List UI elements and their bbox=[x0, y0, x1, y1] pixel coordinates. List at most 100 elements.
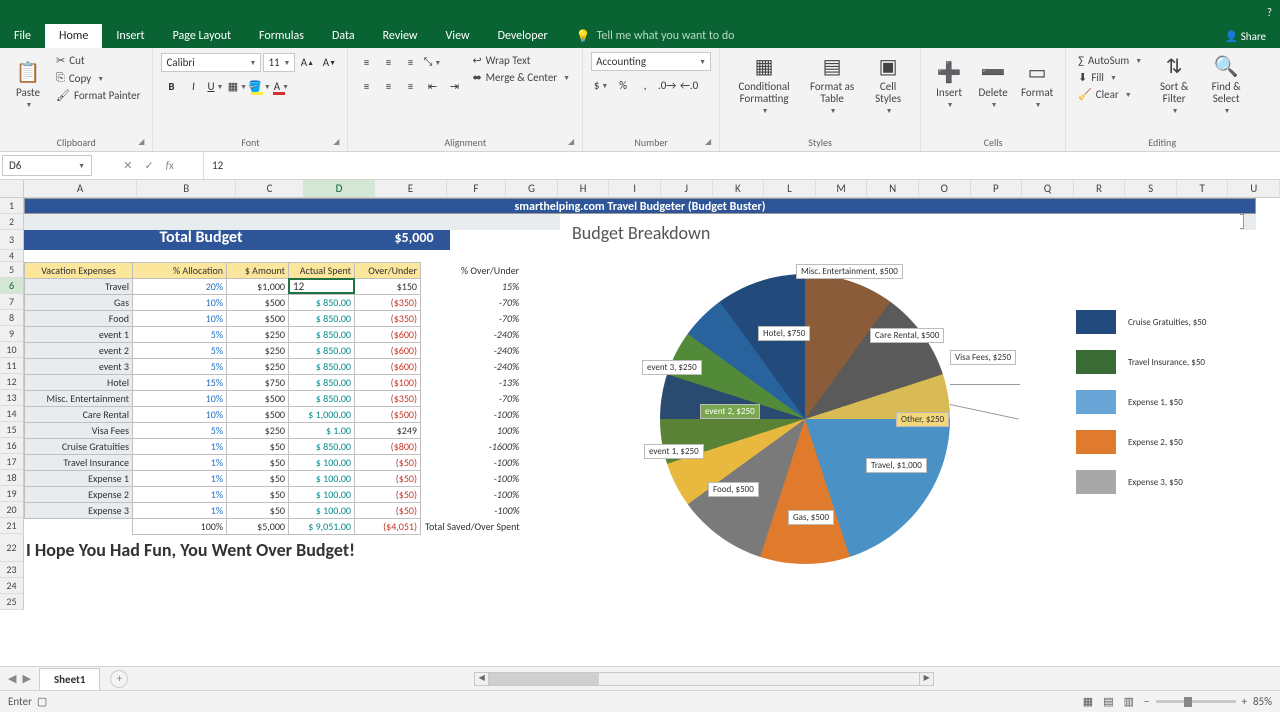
cell-category[interactable]: Cruise Gratuities bbox=[25, 439, 133, 455]
column-header-K[interactable]: K bbox=[713, 180, 765, 198]
tab-review[interactable]: Review bbox=[369, 24, 432, 48]
chart-container[interactable]: Budget Breakdown Misc. Entertainment, $5… bbox=[560, 214, 1240, 626]
table-row[interactable]: Travel 20% $1,000 12 $150 15% bbox=[25, 279, 523, 295]
tab-home[interactable]: Home bbox=[45, 24, 102, 48]
tab-developer[interactable]: Developer bbox=[484, 24, 562, 48]
tab-page-layout[interactable]: Page Layout bbox=[159, 24, 245, 48]
page-break-view-button[interactable]: ▥ bbox=[1124, 695, 1134, 708]
cell-allocation[interactable]: 1% bbox=[133, 487, 227, 503]
cell-over-under[interactable]: ($350) bbox=[355, 295, 421, 311]
table-row[interactable]: Expense 1 1% $50 $ 100.00 ($50) -100% bbox=[25, 471, 523, 487]
font-launcher-icon[interactable]: ◢ bbox=[333, 137, 339, 147]
row-header-13[interactable]: 13 bbox=[0, 390, 24, 406]
titlebar-help-icon[interactable]: ? bbox=[1267, 6, 1272, 19]
row-header-24[interactable]: 24 bbox=[0, 578, 24, 594]
cell-actual-spent[interactable]: $ 1,000.00 bbox=[289, 407, 355, 423]
row-header-11[interactable]: 11 bbox=[0, 358, 24, 374]
cell-styles-button[interactable]: ▣Cell Styles▼ bbox=[864, 52, 912, 118]
row-header-2[interactable]: 2 bbox=[0, 214, 24, 230]
row-headers[interactable]: 1234567891011121314151617181920212223242… bbox=[0, 198, 24, 610]
cell-actual-spent[interactable]: $ 850.00 bbox=[289, 359, 355, 375]
cell-allocation[interactable]: 10% bbox=[133, 311, 227, 327]
column-header-L[interactable]: L bbox=[764, 180, 816, 198]
copy-button[interactable]: ⎘Copy▼ bbox=[52, 69, 144, 87]
cell-category[interactable]: Expense 2 bbox=[25, 487, 133, 503]
column-header-E[interactable]: E bbox=[375, 180, 446, 198]
column-header-G[interactable]: G bbox=[506, 180, 558, 198]
sheet-tab-1[interactable]: Sheet1 bbox=[39, 668, 101, 690]
number-launcher-icon[interactable]: ◢ bbox=[705, 137, 711, 147]
font-color-button[interactable]: A▼ bbox=[271, 76, 291, 96]
tab-insert[interactable]: Insert bbox=[102, 24, 158, 48]
decrease-decimal-button[interactable]: ←.0 bbox=[679, 75, 699, 95]
align-left-button[interactable]: ≡ bbox=[356, 76, 376, 96]
conditional-formatting-button[interactable]: ▦Conditional Formatting▼ bbox=[728, 52, 800, 118]
autosum-button[interactable]: ∑AutoSum▼ bbox=[1074, 52, 1146, 69]
align-bottom-button[interactable]: ≡ bbox=[400, 52, 420, 72]
table-row[interactable]: Expense 2 1% $50 $ 100.00 ($50) -100% bbox=[25, 487, 523, 503]
cell-actual-spent[interactable]: $ 1.00 bbox=[289, 423, 355, 439]
row-header-1[interactable]: 1 bbox=[0, 198, 24, 214]
row-header-22[interactable]: 22 bbox=[0, 534, 24, 562]
percent-format-button[interactable]: % bbox=[613, 75, 633, 95]
column-header-O[interactable]: O bbox=[919, 180, 971, 198]
paste-button[interactable]: 📋 Paste ▼ bbox=[8, 52, 48, 118]
cell-amount[interactable]: $250 bbox=[227, 423, 289, 439]
cell-actual-spent[interactable]: 12 bbox=[289, 279, 354, 293]
cut-button[interactable]: ✂Cut bbox=[52, 52, 144, 69]
cell-amount[interactable]: $500 bbox=[227, 295, 289, 311]
cell-amount[interactable]: $250 bbox=[227, 359, 289, 375]
cell-actual-spent[interactable]: $ 850.00 bbox=[289, 375, 355, 391]
column-header-R[interactable]: R bbox=[1074, 180, 1126, 198]
format-table-button[interactable]: ▤Format as Table▼ bbox=[804, 52, 860, 118]
comma-format-button[interactable]: , bbox=[635, 75, 655, 95]
cell-allocation[interactable]: 5% bbox=[133, 343, 227, 359]
cell-over-under[interactable]: ($800) bbox=[355, 439, 421, 455]
cell-allocation[interactable]: 10% bbox=[133, 407, 227, 423]
normal-view-button[interactable]: ▦ bbox=[1083, 695, 1093, 708]
tab-data[interactable]: Data bbox=[318, 24, 369, 48]
table-row[interactable]: Care Rental 10% $500 $ 1,000.00 ($500) -… bbox=[25, 407, 523, 423]
cell-category[interactable]: event 2 bbox=[25, 343, 133, 359]
cell-allocation[interactable]: 5% bbox=[133, 423, 227, 439]
cell-allocation[interactable]: 10% bbox=[133, 295, 227, 311]
increase-font-button[interactable]: A▲ bbox=[297, 52, 317, 72]
row-header-20[interactable]: 20 bbox=[0, 502, 24, 518]
fx-icon[interactable]: fx bbox=[166, 159, 174, 172]
worksheet-grid[interactable]: ABCDEFGHIJKLMNOPQRSTU 123456789101112131… bbox=[0, 180, 1280, 666]
cell-over-under[interactable]: ($600) bbox=[355, 327, 421, 343]
zoom-level[interactable]: 85% bbox=[1253, 695, 1272, 708]
cell-actual-spent[interactable]: $ 850.00 bbox=[289, 391, 355, 407]
column-header-B[interactable]: B bbox=[137, 180, 236, 198]
cell-amount[interactable]: $1,000 bbox=[227, 279, 289, 295]
align-right-button[interactable]: ≡ bbox=[400, 76, 420, 96]
number-format-select[interactable]: Accounting▼ bbox=[591, 52, 711, 71]
cell-allocation[interactable]: 1% bbox=[133, 471, 227, 487]
scroll-left-button[interactable]: ◀ bbox=[475, 673, 489, 685]
page-layout-view-button[interactable]: ▤ bbox=[1103, 695, 1113, 708]
clear-button[interactable]: 🧹Clear▼ bbox=[1074, 86, 1146, 103]
column-header-A[interactable]: A bbox=[24, 180, 137, 198]
table-row[interactable]: Travel Insurance 1% $50 $ 100.00 ($50) -… bbox=[25, 455, 523, 471]
scroll-thumb[interactable] bbox=[489, 673, 599, 685]
sheet-nav[interactable]: ◀▶ bbox=[0, 672, 39, 685]
fill-button[interactable]: ⬇Fill▼ bbox=[1074, 69, 1146, 86]
row-header-19[interactable]: 19 bbox=[0, 486, 24, 502]
cell-amount[interactable]: $50 bbox=[227, 471, 289, 487]
column-header-N[interactable]: N bbox=[867, 180, 919, 198]
align-center-button[interactable]: ≡ bbox=[378, 76, 398, 96]
cell-amount[interactable]: $50 bbox=[227, 503, 289, 519]
align-middle-button[interactable]: ≡ bbox=[378, 52, 398, 72]
tab-formulas[interactable]: Formulas bbox=[245, 24, 318, 48]
cell-amount[interactable]: $500 bbox=[227, 407, 289, 423]
macro-record-icon[interactable]: ▢ bbox=[37, 695, 47, 708]
cell-category[interactable]: Travel bbox=[25, 279, 133, 295]
table-row[interactable]: event 3 5% $250 $ 850.00 ($600) -240% bbox=[25, 359, 523, 375]
wrap-text-button[interactable]: ↩Wrap Text bbox=[468, 52, 574, 69]
tab-file[interactable]: File bbox=[0, 24, 45, 48]
column-header-U[interactable]: U bbox=[1228, 180, 1280, 198]
column-header-D[interactable]: D bbox=[304, 180, 375, 198]
orientation-button[interactable]: ⤡▼ bbox=[422, 52, 442, 72]
insert-cells-button[interactable]: ➕Insert▼ bbox=[929, 52, 969, 118]
cell-actual-spent[interactable]: $ 100.00 bbox=[289, 503, 355, 519]
